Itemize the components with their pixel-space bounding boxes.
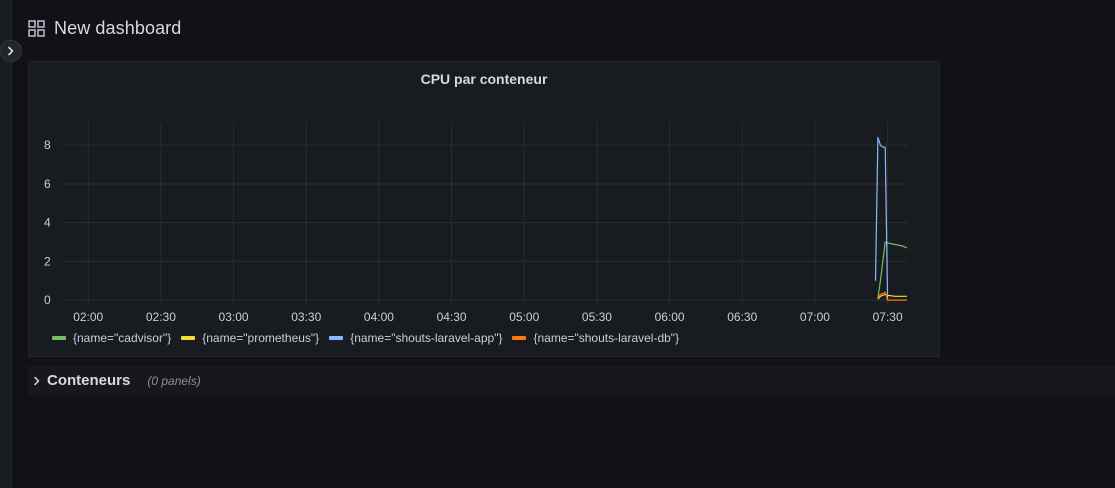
sidebar-expand-button[interactable] [0,40,22,62]
x-tick-label: 02:00 [73,310,103,324]
dashboard-grid-icon [28,19,45,37]
row-title: Conteneurs [47,372,131,389]
row-conteneurs[interactable]: Conteneurs (0 panels) [28,366,1115,395]
x-tick-label: 06:30 [727,310,757,324]
legend-item[interactable]: {name="prometheus"} [181,331,319,345]
legend-item[interactable]: {name="shouts-laravel-app"} [329,331,502,345]
legend-label: {name="cadvisor"} [73,331,172,345]
x-tick-label: 04:00 [364,310,394,324]
legend-item[interactable]: {name="shouts-laravel-db"} [512,331,679,345]
legend-label: {name="prometheus"} [202,331,320,345]
legend-swatch [52,336,66,340]
legend-swatch [181,336,196,340]
series-line-1 [877,293,907,300]
series-line-0 [877,241,908,299]
x-tick-label: 07:30 [873,310,903,324]
dashboard-header: New dashboard [28,14,181,42]
chart-legend: {name="cadvisor"} {name="prometheus"} {nam… [52,331,679,345]
x-tick-label: 02:30 [146,310,176,324]
legend-swatch [512,336,527,340]
chevron-right-icon [33,376,41,386]
cpu-panel[interactable]: CPU par conteneur 02:00 02:30 03:00 03:30 04… [28,61,940,357]
cpu-line-chart: 02:00 02:30 03:00 03:30 04:00 04:30 05:00 05:30… [44,122,908,324]
left-rail [0,0,12,488]
y-tick-label: 2 [44,254,51,268]
x-tick-label: 03:00 [219,310,249,324]
page-title[interactable]: New dashboard [54,18,181,39]
legend-item[interactable]: {name="cadvisor"} [52,331,171,345]
y-tick-label: 4 [44,216,51,230]
x-tick-label: 04:30 [437,310,467,324]
x-tick-label: 05:30 [582,310,612,324]
y-tick-label: 8 [44,138,51,152]
x-tick-label: 07:00 [800,310,830,324]
y-tick-label: 0 [44,293,51,307]
chevron-right-icon [8,46,14,56]
legend-label: {name="shouts-laravel-app"} [350,331,503,345]
row-panel-count: (0 panels) [147,373,201,388]
y-tick-label: 6 [44,177,51,191]
x-tick-label: 03:30 [291,310,321,324]
legend-swatch [329,336,344,340]
x-tick-label: 06:00 [655,310,685,324]
x-tick-label: 05:00 [509,310,539,324]
legend-label: {name="shouts-laravel-db"} [533,331,680,345]
